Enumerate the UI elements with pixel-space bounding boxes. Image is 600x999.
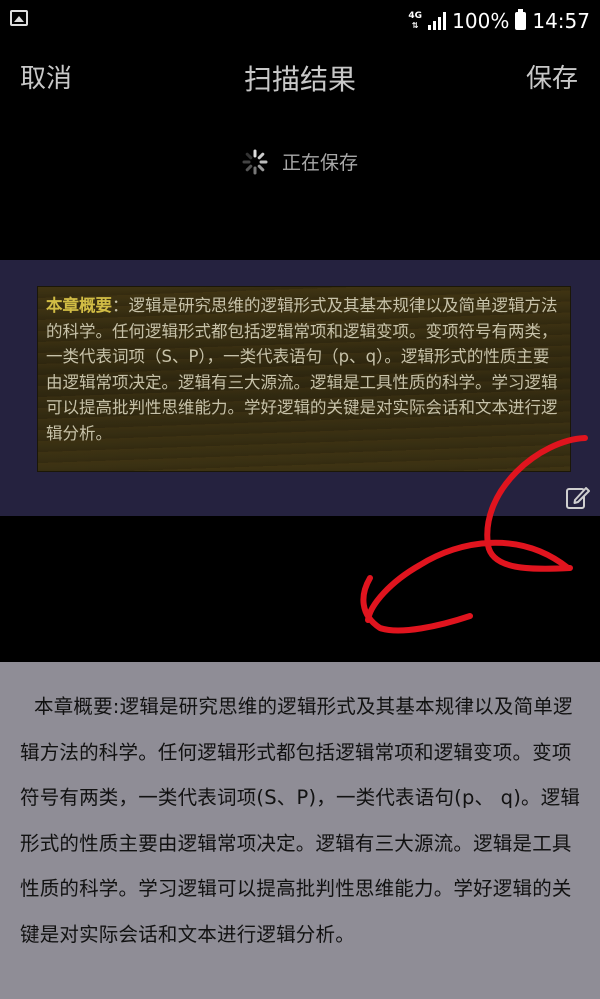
scanned-separator: ： (112, 296, 129, 315)
recognized-text[interactable]: 本章概要:逻辑是研究思维的逻辑形式及其基本规律以及简单逻辑方法的科学。任何逻辑形… (20, 684, 582, 957)
saving-indicator: 正在保存 (0, 148, 600, 175)
image-icon (10, 10, 28, 26)
saving-label: 正在保存 (281, 152, 358, 174)
battery-percent: 100% (452, 9, 510, 33)
status-bar: 4G ⇅ 100% 14:57 (0, 0, 600, 42)
clock: 14:57 (532, 9, 590, 33)
loading-spinner-icon (242, 149, 268, 174)
save-button[interactable]: 保存 (526, 58, 578, 95)
network-type: 4G ⇅ (408, 10, 422, 30)
scanned-heading: 本章概要 (46, 296, 112, 315)
title-bar: 取消 扫描结果 保存 (0, 50, 600, 106)
recognized-text-panel: 本章概要:逻辑是研究思维的逻辑形式及其基本规律以及简单逻辑方法的科学。任何逻辑形… (0, 662, 600, 999)
red-arrow-annotation (360, 435, 588, 634)
signal-icon (428, 12, 447, 30)
battery-icon (515, 9, 527, 30)
page-title: 扫描结果 (243, 63, 356, 96)
status-indicators: 4G ⇅ 100% 14:57 (408, 7, 590, 35)
